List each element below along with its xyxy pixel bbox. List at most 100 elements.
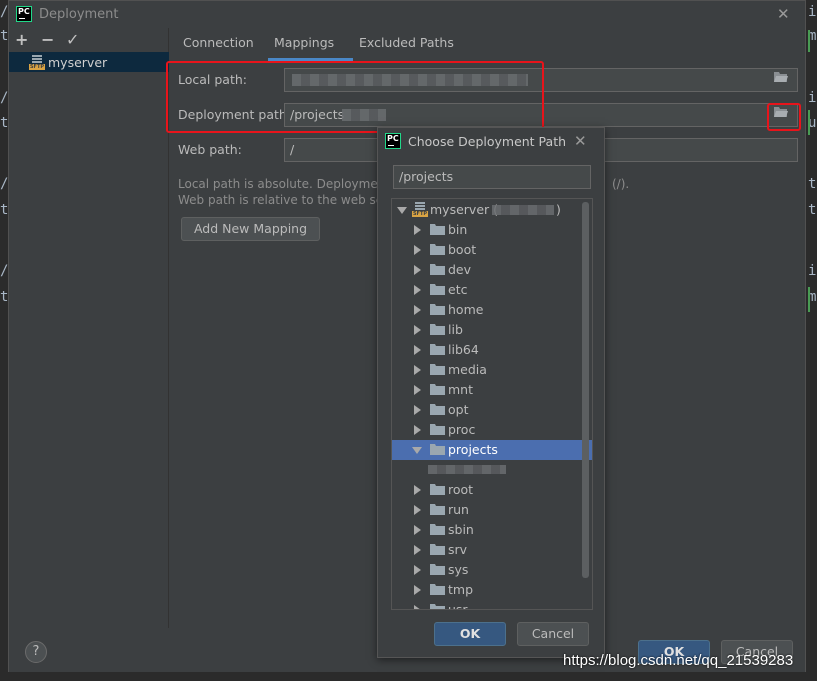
tree-folder-label: run: [448, 502, 469, 517]
tree-folder-label: bin: [448, 222, 468, 237]
tree-folder-label: etc: [448, 282, 468, 297]
settings-tabs: Connection Mappings Excluded Paths: [171, 28, 801, 61]
tree-folder-sbin[interactable]: sbin: [392, 520, 592, 540]
tree-folder-sys[interactable]: sys: [392, 560, 592, 580]
folder-icon: [430, 223, 445, 235]
sftp-server-icon: SFTP: [412, 202, 428, 217]
expand-arrow-icon[interactable]: [414, 325, 421, 335]
sftp-server-icon: SFTP: [29, 55, 45, 70]
add-server-icon[interactable]: +: [15, 30, 28, 49]
tree-folder-opt[interactable]: opt: [392, 400, 592, 420]
expand-arrow-icon[interactable]: [414, 505, 421, 515]
chooser-ok-button[interactable]: OK: [434, 622, 506, 646]
tab-mappings[interactable]: Mappings: [274, 35, 334, 50]
editor-glyph: i: [808, 4, 817, 20]
hint-local-path-end: (/).: [612, 177, 630, 191]
local-browse-button[interactable]: [773, 70, 795, 90]
choose-deployment-path-dialog: PC Choose Deployment Path ✕ /projects SF…: [377, 127, 605, 658]
tree-folder-etc[interactable]: etc: [392, 280, 592, 300]
tree-folder-media[interactable]: media: [392, 360, 592, 380]
set-default-check-icon[interactable]: ✓: [66, 30, 79, 49]
folder-icon: [430, 263, 445, 275]
tree-folder-label: srv: [448, 542, 468, 557]
dialog-title: Deployment: [39, 7, 119, 22]
tree-folder-lib64[interactable]: lib64: [392, 340, 592, 360]
expand-arrow-icon[interactable]: [414, 265, 421, 275]
tree-child-redacted[interactable]: [392, 460, 592, 480]
help-icon[interactable]: ?: [25, 641, 47, 663]
folder-icon: [430, 543, 445, 555]
vcs-change-marker: [808, 30, 810, 52]
remote-folder-tree: SFTP myserver ( ) bin boot dev etc home lib li…: [391, 198, 593, 610]
tree-folder-home[interactable]: home: [392, 300, 592, 320]
expand-arrow-icon[interactable]: [414, 385, 421, 395]
editor-glyph: t: [808, 202, 817, 218]
close-icon[interactable]: ✕: [777, 5, 790, 23]
close-icon[interactable]: ✕: [574, 132, 587, 150]
folder-icon: [430, 343, 445, 355]
pycharm-logo-icon: PC: [385, 133, 401, 149]
tree-folder-bin[interactable]: bin: [392, 220, 592, 240]
expand-arrow-icon[interactable]: [414, 225, 421, 235]
expand-arrow-icon[interactable]: [414, 365, 421, 375]
tree-folder-label: sbin: [448, 522, 474, 537]
editor-glyph: i: [808, 263, 817, 279]
collapse-arrow-icon[interactable]: [397, 207, 407, 214]
tree-folder-root[interactable]: root: [392, 480, 592, 500]
collapse-arrow-icon[interactable]: [412, 447, 422, 454]
highlight-annotation: [767, 103, 801, 131]
web-path-label: Web path:: [178, 142, 242, 157]
folder-icon: [430, 403, 445, 415]
remove-server-icon[interactable]: −: [41, 30, 54, 49]
editor-glyph: i: [808, 90, 817, 106]
hint-web-path: Web path is relative to the web se: [178, 193, 384, 207]
tree-folder-projects[interactable]: projects: [392, 440, 592, 460]
tree-scrollbar[interactable]: [582, 202, 589, 578]
tree-folder-run[interactable]: run: [392, 500, 592, 520]
expand-arrow-icon[interactable]: [414, 405, 421, 415]
expand-arrow-icon[interactable]: [414, 285, 421, 295]
tree-folder-label: dev: [448, 262, 472, 277]
tree-folder-mnt[interactable]: mnt: [392, 380, 592, 400]
folder-icon: [430, 503, 445, 515]
folder-icon: [430, 383, 445, 395]
folder-icon: [430, 523, 445, 535]
expand-arrow-icon[interactable]: [414, 605, 421, 609]
tree-folder-lib[interactable]: lib: [392, 320, 592, 340]
expand-arrow-icon[interactable]: [414, 305, 421, 315]
vcs-change-marker: [808, 110, 810, 135]
path-field[interactable]: /projects: [393, 165, 591, 189]
expand-arrow-icon[interactable]: [414, 425, 421, 435]
tree-folder-usr[interactable]: usr: [392, 600, 592, 609]
tree-root[interactable]: SFTP myserver ( ): [392, 200, 592, 220]
expand-arrow-icon[interactable]: [414, 245, 421, 255]
chooser-cancel-button[interactable]: Cancel: [517, 622, 589, 646]
tree-folder-label: mnt: [448, 382, 473, 397]
expand-arrow-icon[interactable]: [414, 525, 421, 535]
expand-arrow-icon[interactable]: [414, 345, 421, 355]
server-list-pane: + − ✓ SFTP myserver: [9, 28, 169, 628]
tree-folder-label: home: [448, 302, 484, 317]
hint-local-path: Local path is absolute. Deploymen: [178, 177, 386, 191]
tree-folder-label: lib64: [448, 342, 479, 357]
tab-excluded-paths[interactable]: Excluded Paths: [359, 35, 454, 50]
expand-arrow-icon[interactable]: [414, 545, 421, 555]
folder-icon: [430, 323, 445, 335]
tree-folder-srv[interactable]: srv: [392, 540, 592, 560]
expand-arrow-icon[interactable]: [414, 565, 421, 575]
expand-arrow-icon[interactable]: [414, 485, 421, 495]
expand-arrow-icon[interactable]: [414, 585, 421, 595]
tree-folder-proc[interactable]: proc: [392, 420, 592, 440]
tree-folder-tmp[interactable]: tmp: [392, 580, 592, 600]
tree-folder-label: tmp: [448, 582, 474, 597]
tree-folder-dev[interactable]: dev: [392, 260, 592, 280]
folder-icon: [430, 563, 445, 575]
tree-folder-boot[interactable]: boot: [392, 240, 592, 260]
tree-folder-label: boot: [448, 242, 477, 257]
add-new-mapping-button[interactable]: Add New Mapping: [181, 217, 320, 241]
tab-connection[interactable]: Connection: [183, 35, 254, 50]
folder-icon: [430, 363, 445, 375]
redacted-host: [492, 205, 554, 215]
server-list-item[interactable]: SFTP myserver: [9, 52, 169, 72]
pycharm-logo-icon: PC: [16, 6, 32, 22]
